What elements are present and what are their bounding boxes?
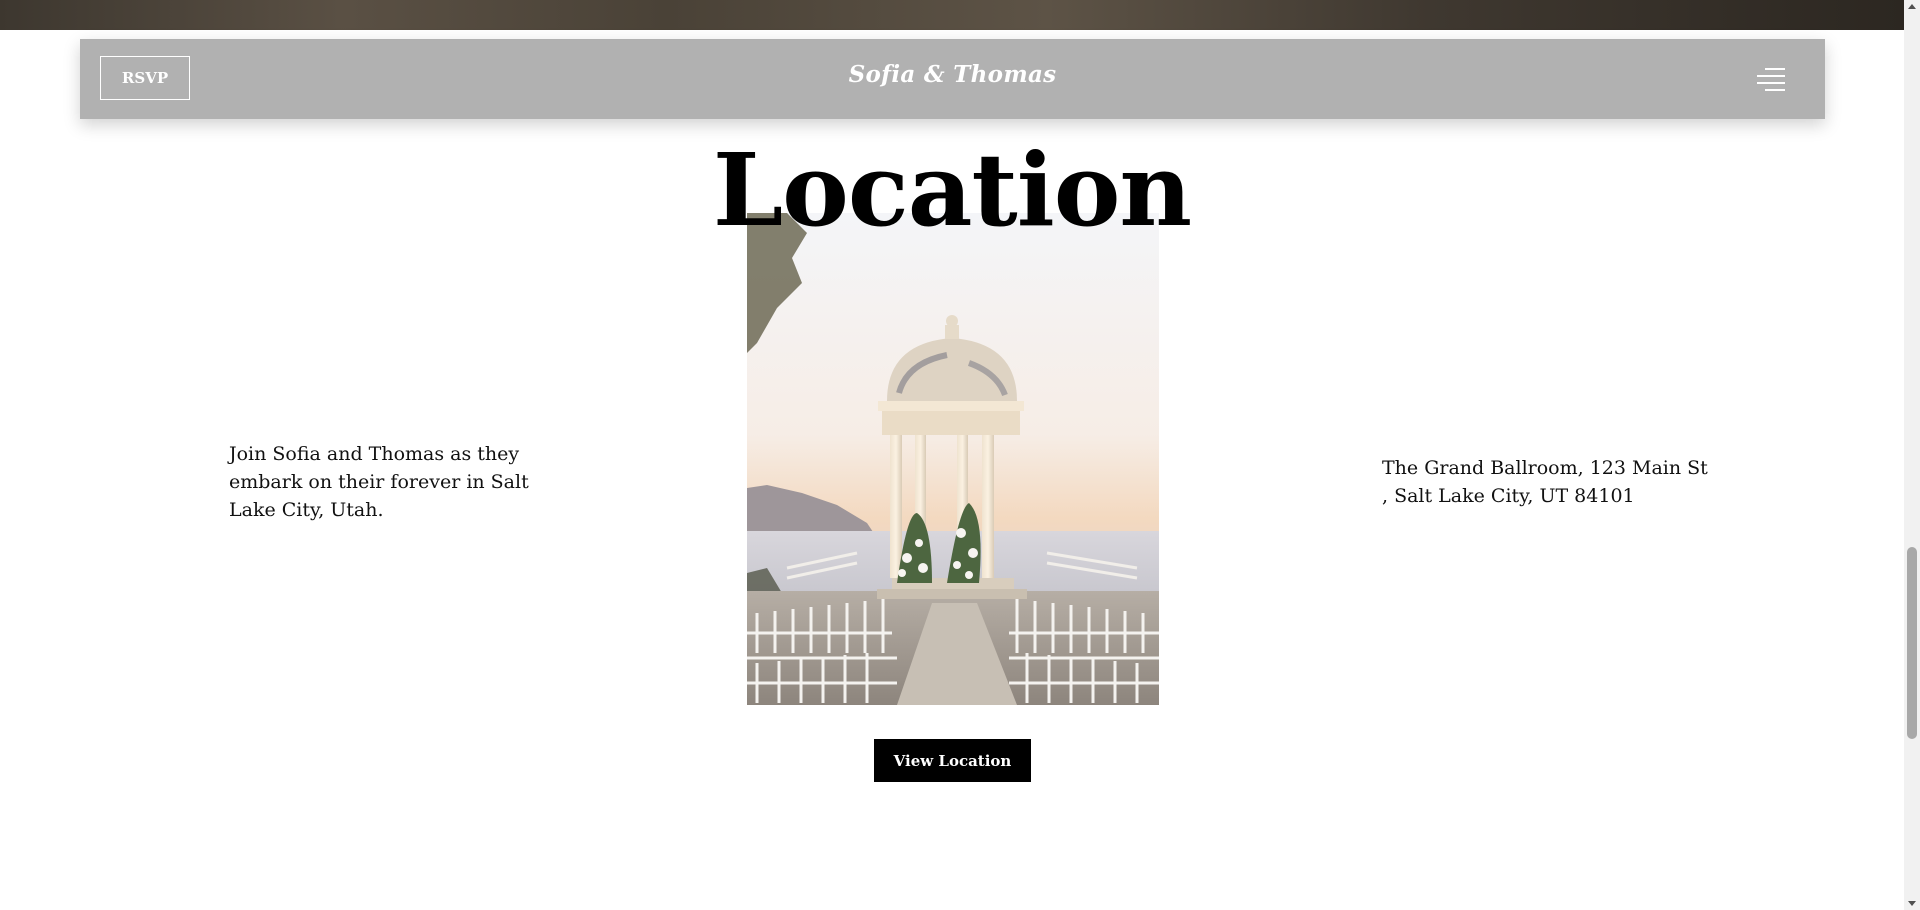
site-brand[interactable]: Sofia & Thomas [80,61,1825,88]
page-scrollbar[interactable] [1904,0,1920,910]
menu-line [1757,75,1785,77]
section-title: Location [712,131,1192,249]
address-line: The Grand Ballroom, 123 Main St [1382,457,1708,479]
view-location-button[interactable]: View Location [874,739,1031,782]
menu-line [1765,68,1785,70]
venue-gazebo-photo [747,213,1159,705]
menu-line [1765,89,1785,91]
hero-photo-edge [0,0,1904,30]
site-navbar: RSVP Sofia & Thomas [80,39,1825,119]
hamburger-menu-icon[interactable] [1755,66,1785,92]
menu-line [1757,82,1785,84]
location-intro-text: Join Sofia and Thomas as they embark on … [229,443,529,521]
venue-address: The Grand Ballroom, 123 Main St , Salt L… [1382,454,1712,510]
scroll-up-icon[interactable] [1908,4,1916,9]
scrollbar-thumb[interactable] [1907,547,1917,739]
address-line: , Salt Lake City, UT 84101 [1382,485,1635,507]
scroll-down-icon[interactable] [1908,901,1916,906]
